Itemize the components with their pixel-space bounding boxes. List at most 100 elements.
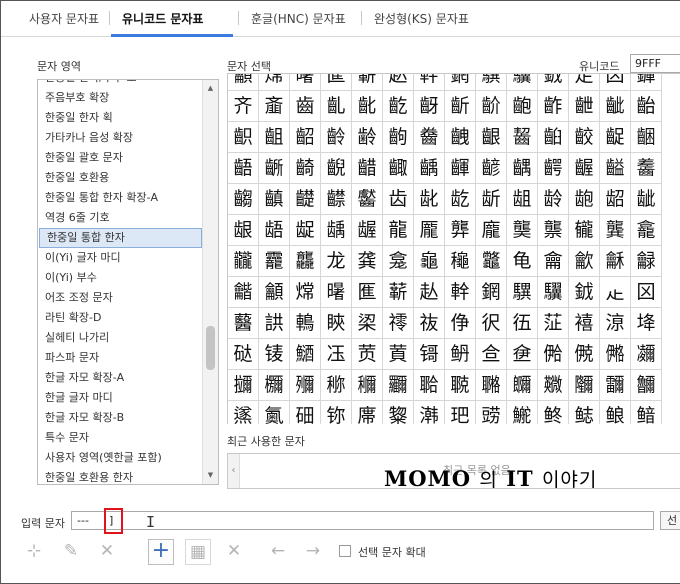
char-cell[interactable]: 龁 [445,184,476,215]
char-cell[interactable]: 鿃 [321,308,352,339]
char-cell[interactable]: 齞 [228,122,259,153]
char-cell[interactable]: 龱 [600,74,631,91]
char-cell[interactable]: 龄 [538,184,569,215]
char-cell[interactable]: 龙 [321,246,352,277]
char-cell[interactable]: 龔 [600,215,631,246]
char-cell[interactable]: 齗 [445,91,476,122]
char-cell[interactable]: 鿩 [631,370,662,401]
tab-user-charmap[interactable]: 사용자 문자표 [29,10,99,27]
input-chars-field[interactable]: --- ] [71,511,654,530]
char-cell[interactable]: 鿰 [414,401,445,424]
scroll-thumb[interactable] [206,326,215,370]
char-cell[interactable]: 齱 [383,153,414,184]
char-cell[interactable]: 齚 [538,91,569,122]
char-cell[interactable]: 齼 [290,184,321,215]
char-cell[interactable]: 齷 [569,153,600,184]
remove-icon[interactable]: ✕ [221,539,247,565]
char-cell[interactable]: 鿭 [321,401,352,424]
recent-scroll-left-icon[interactable]: ‹ [228,454,240,488]
char-cell[interactable]: 齰 [352,153,383,184]
char-cell[interactable]: 龛 [383,246,414,277]
char-cell[interactable]: 龈 [228,215,259,246]
tab-hnc-charmap[interactable]: 훈글(HNC) 문자표 [251,10,346,27]
char-cell[interactable]: 鿴 [538,401,569,424]
char-cell[interactable]: 鿕 [445,339,476,370]
char-cell[interactable]: 齟 [259,122,290,153]
char-cell[interactable]: 鿞 [290,370,321,401]
char-cell[interactable]: 龯 [538,74,569,91]
char-cell[interactable]: 龉 [259,215,290,246]
char-cell[interactable]: 齳 [445,153,476,184]
char-cell[interactable]: 龟 [507,246,538,277]
char-cell[interactable]: 龌 [352,215,383,246]
char-cell[interactable]: 龧 [321,277,352,308]
char-cell[interactable]: 鿀 [228,308,259,339]
char-cell[interactable]: 鿟 [321,370,352,401]
char-cell[interactable]: 鿳 [507,401,538,424]
region-list-item[interactable]: 한중일 통합 한자 [39,228,202,248]
char-cell[interactable]: 齸 [600,153,631,184]
region-list-item[interactable]: 역경 6줄 기호 [38,208,203,228]
scroll-up-icon[interactable]: ▲ [203,81,218,96]
char-cell[interactable]: 龠 [538,246,569,277]
char-cell[interactable]: 齓 [321,91,352,122]
char-cell[interactable]: 齯 [321,153,352,184]
char-cell[interactable]: 鿉 [507,308,538,339]
char-cell[interactable]: 龰 [569,74,600,91]
char-cell[interactable]: 齐 [228,91,259,122]
region-list-item[interactable]: 한글 자모 확장-B [38,408,203,428]
char-cell[interactable]: 鿢 [414,370,445,401]
char-cell[interactable]: 龩 [383,277,414,308]
char-cell[interactable]: 龕 [631,215,662,246]
char-cell[interactable]: 龍 [383,215,414,246]
char-cell[interactable]: 齘 [476,91,507,122]
char-cell[interactable]: 齾 [352,184,383,215]
char-cell[interactable]: 齡 [321,122,352,153]
char-cell[interactable]: 鿙 [569,339,600,370]
char-cell[interactable]: 齔 [352,91,383,122]
char-cell[interactable]: 齽 [321,184,352,215]
char-cell[interactable]: 鿵 [569,401,600,424]
char-cell[interactable]: 鿌 [600,308,631,339]
region-list-item[interactable]: 실헤티 나가리 [38,328,203,348]
region-list-item[interactable]: 한중일 한자/부수 보 [38,80,203,88]
char-cell[interactable]: 鿂 [290,308,321,339]
char-cell[interactable]: 龯 [569,277,600,308]
char-cell[interactable]: 齝 [631,91,662,122]
region-list-item[interactable]: 라틴 확장-D [38,308,203,328]
char-cell[interactable]: 鿨 [600,370,631,401]
char-cell[interactable]: 鿬 [290,401,321,424]
char-cell[interactable]: 龐 [476,215,507,246]
char-grid[interactable]: 龥龦龧龨龩龪龫龬龭龮龯龰龱龲齐齑齒齓齔齕齖齗齘齙齚齛齜齝齞齟齠齡齢齣齤齥齦齧齨齩… [227,73,680,424]
unicode-code-input[interactable]: 9FFF [630,54,680,73]
char-cell[interactable]: 鿐 [290,339,321,370]
char-cell[interactable]: 鿓 [383,339,414,370]
char-cell[interactable]: 龮 [507,74,538,91]
char-cell[interactable]: 龲 [631,74,662,91]
char-cell[interactable]: 鿗 [507,339,538,370]
char-cell[interactable]: 齨 [538,122,569,153]
char-cell[interactable]: 齴 [476,153,507,184]
char-cell[interactable]: 鿫 [259,401,290,424]
char-cell[interactable]: 鿄 [352,308,383,339]
char-cell[interactable]: 龬 [445,74,476,91]
char-cell[interactable]: 龰 [600,277,631,308]
char-cell[interactable]: 齹 [631,153,662,184]
char-cell[interactable]: 齲 [414,153,445,184]
char-cell[interactable]: 龨 [352,277,383,308]
char-cell[interactable]: 齻 [259,184,290,215]
region-list-item[interactable]: 한중일 통합 한자 확장-A [38,188,203,208]
region-list-item[interactable]: 한글 글자 마디 [38,388,203,408]
char-cell[interactable]: 龦 [259,74,290,91]
char-cell[interactable]: 鿔 [414,339,445,370]
char-cell[interactable]: 鿧 [569,370,600,401]
char-cell[interactable]: 龝 [445,246,476,277]
region-list-item[interactable]: 사용자 영역(옛한글 포함) [38,448,203,468]
char-cell[interactable]: 齙 [507,91,538,122]
char-cell[interactable]: 龀 [414,184,445,215]
char-cell[interactable]: 齶 [538,153,569,184]
region-list-item[interactable]: 한중일 호환용 [38,168,203,188]
char-cell[interactable]: 鿒 [352,339,383,370]
char-cell[interactable]: 鿲 [476,401,507,424]
char-cell[interactable]: 龂 [476,184,507,215]
